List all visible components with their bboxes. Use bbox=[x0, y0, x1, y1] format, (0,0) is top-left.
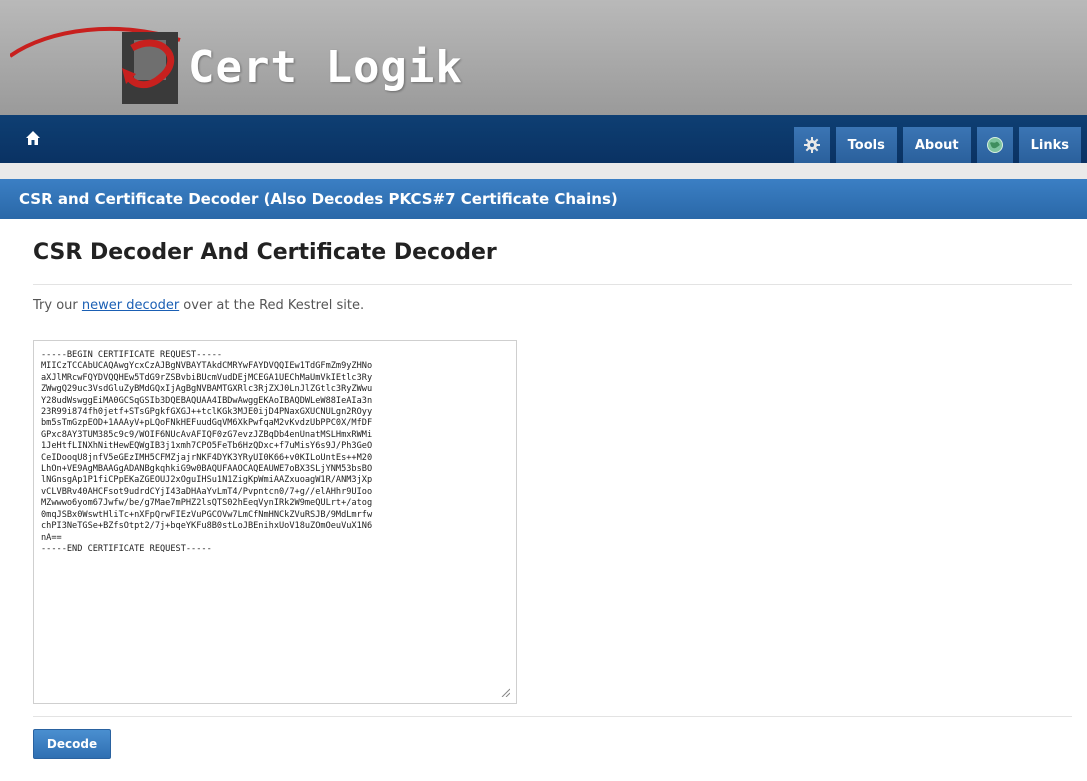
settings-button[interactable] bbox=[793, 127, 830, 163]
section-title-bar: CSR and Certificate Decoder (Also Decode… bbox=[0, 179, 1087, 219]
home-button[interactable] bbox=[22, 127, 44, 149]
logo-text: Cert Logik bbox=[188, 42, 463, 93]
intro-suffix: over at the Red Kestrel site. bbox=[179, 298, 365, 313]
nav-about[interactable]: About bbox=[902, 127, 971, 163]
resize-handle-icon[interactable] bbox=[500, 687, 510, 697]
globe-icon bbox=[986, 137, 1003, 153]
page-title: CSR Decoder And Certificate Decoder bbox=[33, 240, 497, 265]
nav-tools[interactable]: Tools bbox=[835, 127, 897, 163]
home-icon bbox=[26, 131, 40, 145]
divider bbox=[33, 284, 1072, 285]
links-icon-button[interactable] bbox=[976, 127, 1013, 163]
intro-text: Try our newer decoder over at the Red Ke… bbox=[33, 298, 364, 313]
page: Cert Logik Tools About Links CSR and Cer… bbox=[0, 0, 1087, 781]
intro-prefix: Try our bbox=[33, 298, 82, 313]
divider bbox=[33, 716, 1072, 717]
nav-links[interactable]: Links bbox=[1018, 127, 1081, 163]
nav-divider bbox=[0, 163, 1087, 179]
csr-input-textarea[interactable]: -----BEGIN CERTIFICATE REQUEST----- MIIC… bbox=[33, 340, 517, 704]
csr-input-text: -----BEGIN CERTIFICATE REQUEST----- MIIC… bbox=[41, 350, 373, 554]
nav-menu: Tools About Links bbox=[793, 127, 1081, 163]
decode-button[interactable]: Decode bbox=[33, 729, 111, 759]
gear-icon bbox=[803, 137, 820, 153]
newer-decoder-link[interactable]: newer decoder bbox=[82, 298, 179, 313]
main-nav: Tools About Links bbox=[0, 115, 1087, 163]
header-banner: Cert Logik bbox=[0, 0, 1087, 115]
cert-logik-logo[interactable]: Cert Logik bbox=[10, 10, 480, 110]
